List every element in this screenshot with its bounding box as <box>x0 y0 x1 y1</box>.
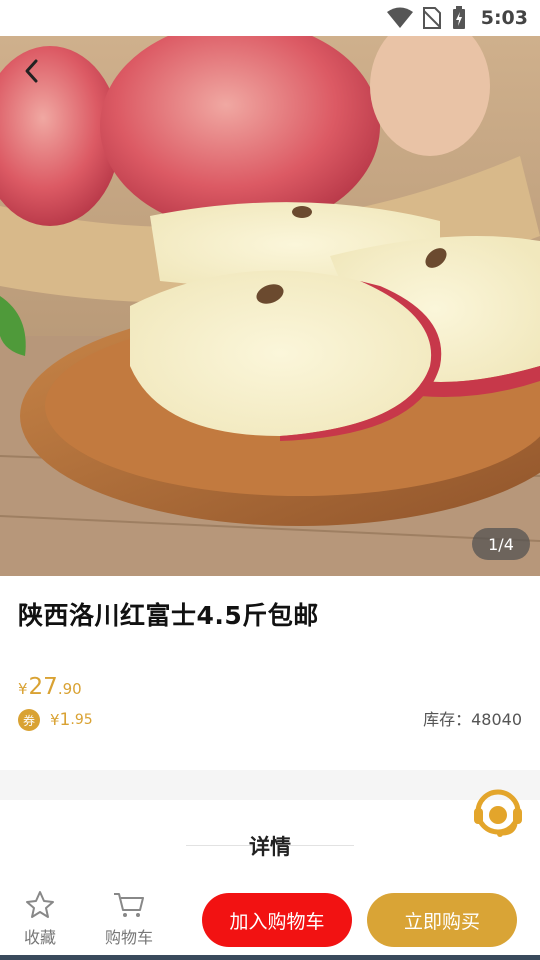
stock-count: 库存：48040 <box>423 710 522 729</box>
chevron-left-icon <box>25 59 38 83</box>
price-decimal: .90 <box>57 680 82 698</box>
product-photo-apples <box>0 36 540 576</box>
product-info: 陕西洛川红富士4.5斤包邮 ¥ 27 .90 券 ¥ 1 .95 库存：4804… <box>0 576 540 770</box>
details-section: 详情 <box>0 800 540 886</box>
price-integer: 27 <box>28 674 58 700</box>
nav-strip <box>0 955 540 960</box>
image-page-indicator: 1/4 <box>472 528 530 560</box>
favorite-button[interactable]: 收藏 <box>10 890 70 952</box>
headset-icon <box>474 789 522 837</box>
favorite-label: 收藏 <box>23 928 56 947</box>
back-button[interactable] <box>14 54 48 88</box>
cart-nav-label: 购物车 <box>104 928 153 947</box>
coupon-badge: 券 <box>18 709 40 731</box>
battery-charging-icon <box>452 6 465 29</box>
no-sim-icon <box>422 7 441 29</box>
status-time: 5:03 <box>480 7 528 29</box>
shopping-cart-icon <box>114 893 144 917</box>
section-divider <box>0 770 540 800</box>
star-icon <box>26 891 54 918</box>
wifi-icon <box>386 7 413 28</box>
product-image-carousel[interactable]: 1/4 <box>0 36 540 576</box>
coupon-currency: ¥ <box>50 711 60 729</box>
cart-nav-button[interactable]: 购物车 <box>99 890 159 952</box>
bottom-action-bar: 收藏 购物车 加入购物车 立即购买 <box>0 886 540 960</box>
coupon-price: 券 ¥ 1 .95 <box>18 709 93 731</box>
product-price: ¥ 27 .90 <box>18 674 82 700</box>
details-title: 详情 <box>249 835 291 859</box>
add-to-cart-button[interactable]: 加入购物车 <box>202 893 352 947</box>
coupon-decimal: .95 <box>70 712 93 728</box>
product-title: 陕西洛川红富士4.5斤包邮 <box>18 601 319 630</box>
customer-service-button[interactable] <box>470 784 526 840</box>
divider-line-right <box>288 845 354 846</box>
status-bar: 5:03 <box>0 0 540 36</box>
buy-now-button[interactable]: 立即购买 <box>367 893 517 947</box>
coupon-integer: 1 <box>59 710 71 730</box>
price-currency: ¥ <box>18 680 28 698</box>
